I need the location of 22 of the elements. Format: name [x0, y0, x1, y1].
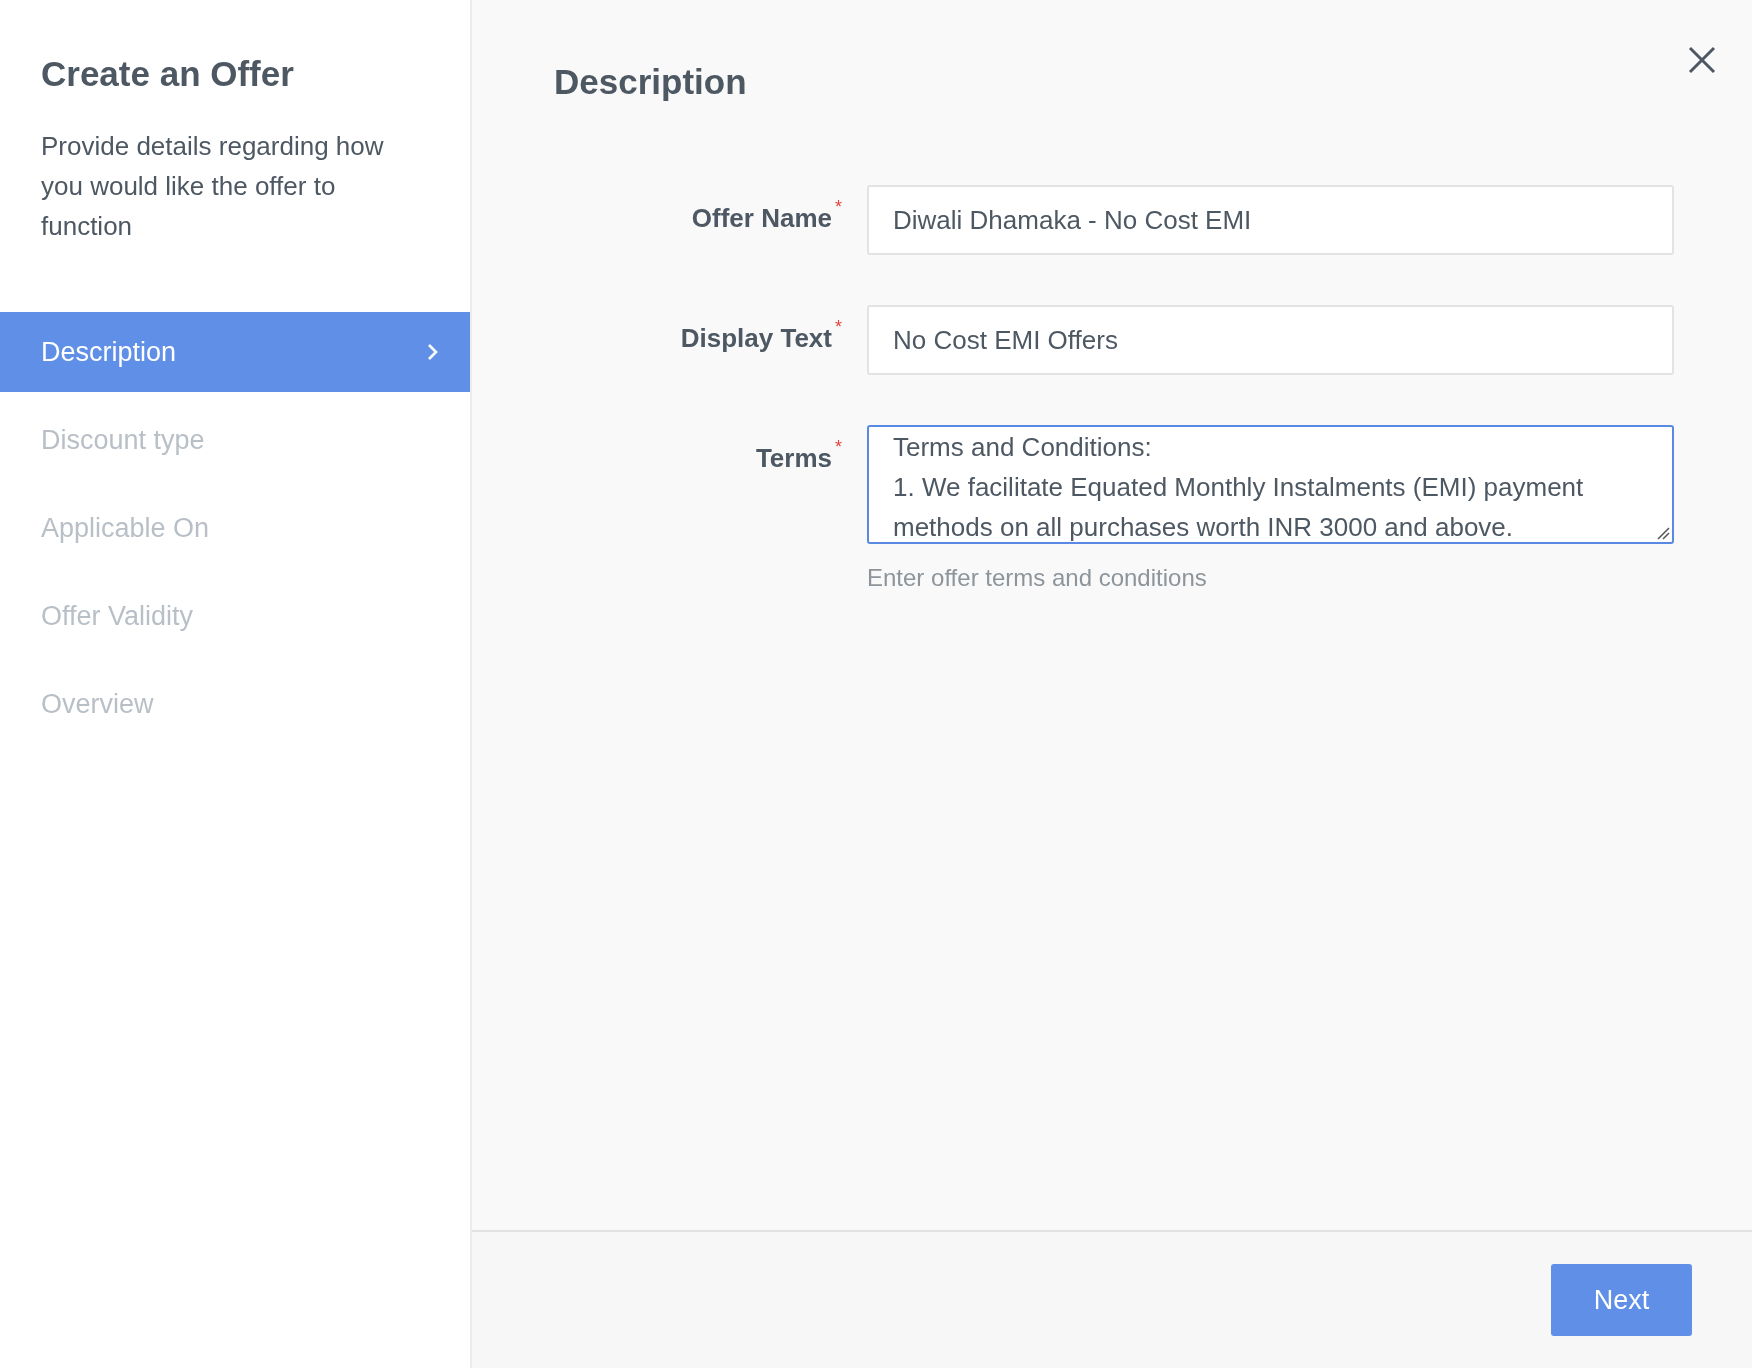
section-title: Description — [554, 62, 748, 102]
required-asterisk: * — [835, 316, 842, 338]
terms-textarea[interactable]: Terms and Conditions: 1. We facilitate Equated Monthly Instalments (EMI) payment methods on all purchases worth INR 3000 and above. — [867, 425, 1674, 544]
chevron-right-icon — [426, 342, 440, 362]
text-input[interactable]: Diwali Dhamaka - No Cost EMI — [867, 185, 1674, 255]
next-button[interactable]: Next — [1551, 1264, 1692, 1336]
field-label: Offer Name — [691, 202, 832, 234]
close-icon[interactable] — [1686, 44, 1718, 76]
step-item[interactable]: Offer Validity — [0, 576, 470, 656]
field-label: Terms — [755, 442, 832, 474]
required-asterisk: * — [835, 436, 842, 458]
step-item[interactable]: Overview — [0, 664, 470, 744]
step-item[interactable]: Discount type — [0, 400, 470, 480]
sidebar-title: Create an Offer — [40, 53, 295, 94]
step-item[interactable]: Applicable On — [0, 488, 470, 568]
field-label: Display Text — [680, 322, 832, 354]
step-item[interactable]: Description — [0, 312, 470, 392]
sidebar-description: Provide details regarding how you would like the offer to function — [40, 130, 385, 243]
resize-grip-icon[interactable] — [1656, 526, 1670, 540]
help-text: Enter offer terms and conditions — [867, 564, 1208, 592]
required-asterisk: * — [835, 196, 842, 218]
text-input[interactable]: No Cost EMI Offers — [867, 305, 1674, 375]
